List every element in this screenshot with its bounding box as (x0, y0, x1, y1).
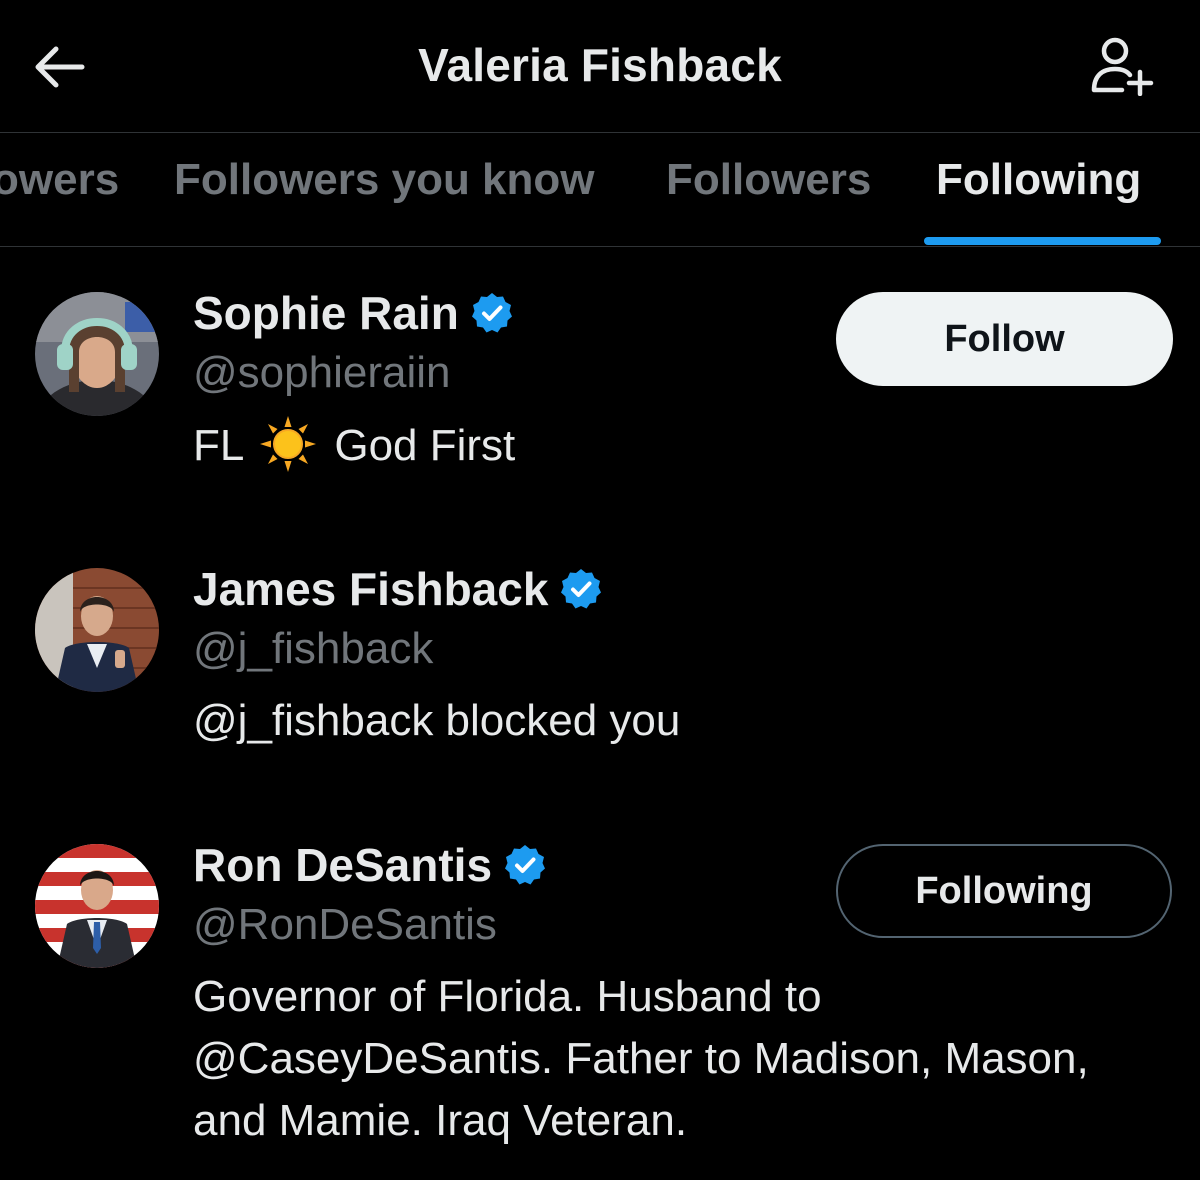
tab-following[interactable]: Following (936, 155, 1141, 205)
display-name[interactable]: James Fishback (193, 562, 548, 616)
page-title: Valeria Fishback (418, 39, 782, 91)
bio-line: Governor of Florida. Husband to (193, 972, 822, 1021)
tab-followers[interactable]: Followers (666, 155, 871, 205)
user-bio: @j_fishback blocked you (193, 696, 681, 745)
user-name-line: James Fishback (193, 562, 602, 616)
avatar[interactable] (35, 292, 159, 416)
user-name-line: Sophie Rain (193, 286, 513, 340)
avatar[interactable] (35, 844, 159, 968)
avatar[interactable] (35, 568, 159, 692)
user-handle[interactable]: @RonDeSantis (193, 900, 497, 950)
verified-badge-icon (504, 844, 546, 886)
add-user-button[interactable] (1086, 34, 1156, 100)
user-bio: Governor of Florida. Husband to @CaseyDe… (193, 966, 1089, 1152)
person-plus-icon (1088, 34, 1154, 101)
verified-badge-icon (471, 292, 513, 334)
sun-emoji-icon (258, 414, 318, 474)
bio-text: God First (334, 421, 516, 470)
list-item[interactable]: James Fishback @j_fishback @j_fishback b… (0, 546, 1200, 786)
bio-text: FL (193, 421, 245, 470)
display-name[interactable]: Ron DeSantis (193, 838, 492, 892)
bio-line: and Mamie. Iraq Veteran. (193, 1096, 688, 1145)
list-item[interactable]: Sophie Rain @sophieraiin FL God First Fo… (0, 270, 1200, 510)
display-name[interactable]: Sophie Rain (193, 286, 459, 340)
tab-verified-followers[interactable]: owers (0, 155, 119, 205)
top-header: Valeria Fishback (0, 0, 1200, 133)
verified-badge-icon (560, 568, 602, 610)
user-bio: FL God First (193, 414, 515, 477)
user-name-line: Ron DeSantis (193, 838, 546, 892)
following-button[interactable]: Following (836, 844, 1172, 938)
bio-line: @CaseyDeSantis. Father to Madison, Mason… (193, 1034, 1089, 1083)
tab-followers-you-know[interactable]: Followers you know (174, 155, 595, 205)
follow-button[interactable]: Follow (836, 292, 1173, 386)
tab-bar: owers Followers you know Followers Follo… (0, 133, 1200, 247)
list-item[interactable]: Ron DeSantis @RonDeSantis Governor of Fl… (0, 822, 1200, 1162)
user-handle[interactable]: @sophieraiin (193, 348, 450, 398)
active-tab-indicator (924, 237, 1161, 245)
user-handle[interactable]: @j_fishback (193, 624, 433, 674)
